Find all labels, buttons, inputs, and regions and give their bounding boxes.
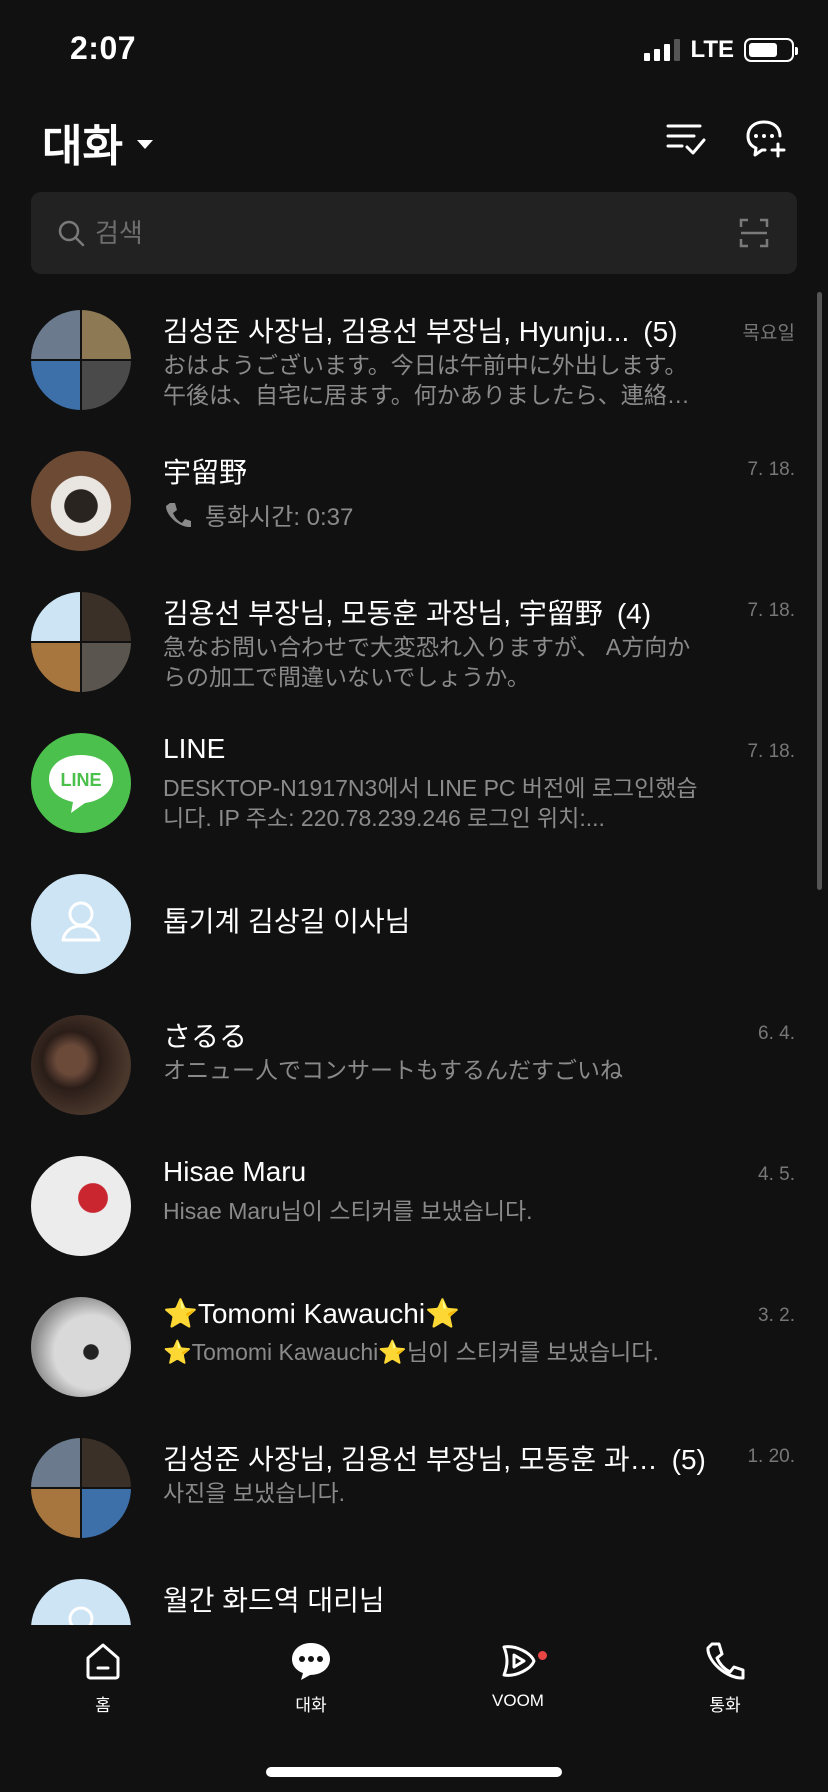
chat-date: 1. 20. bbox=[747, 1446, 795, 1467]
chat-preview: 사진을 보냈습니다. bbox=[163, 1480, 346, 1506]
nav-chat[interactable]: 대화 bbox=[251, 1639, 371, 1716]
group-avatar bbox=[31, 310, 131, 410]
status-bar: 2:07 LTE bbox=[0, 0, 828, 96]
title-dropdown[interactable]: 대화 bbox=[42, 110, 153, 174]
chat-preview: ⭐Tomomi Kawauchi⭐님이 스티커를 보냈습니다. bbox=[163, 1339, 659, 1365]
profile-avatar bbox=[31, 1156, 131, 1256]
member-count: (5) bbox=[643, 316, 678, 347]
notification-dot bbox=[538, 1651, 547, 1660]
chat-preview: オニュー人でコンサートもするんだすごいね bbox=[163, 1057, 623, 1083]
chat-name: さるる bbox=[163, 1021, 248, 1052]
phone-icon bbox=[166, 502, 191, 527]
chat-bubble-icon bbox=[292, 1643, 330, 1680]
group-avatar bbox=[31, 592, 131, 692]
chat-row[interactable]: 톱기계 김상길 이사님 bbox=[0, 854, 828, 995]
chat-date: 4. 5. bbox=[758, 1164, 795, 1185]
chat-list: 김성준 사장님, 김용선 부장님, Hyunju... (5) おはようございます… bbox=[0, 290, 828, 1625]
chat-name: 톱기계 김상길 이사님 bbox=[163, 906, 411, 937]
header: 대화 bbox=[0, 100, 828, 180]
chat-name: 김용선 부장님, 모동훈 과장님, 宇留野 (4) bbox=[163, 598, 652, 629]
scrollbar[interactable] bbox=[817, 292, 822, 890]
phone-icon bbox=[706, 1642, 745, 1680]
chat-preview: DESKTOP-N1917N3에서 LINE PC 버전에 로그인했습니다. I… bbox=[163, 775, 698, 831]
nav-voom[interactable]: VOOM bbox=[458, 1639, 578, 1711]
chat-row[interactable]: 김성준 사장님, 김용선 부장님, 모동훈 과… (5) 사진을 보냈습니다. 1… bbox=[0, 1418, 828, 1559]
edit-list-icon[interactable] bbox=[664, 116, 708, 160]
call-info: 통화시간: 0:37 bbox=[163, 497, 353, 532]
default-avatar bbox=[31, 1579, 131, 1625]
chat-row[interactable]: ⭐Tomomi Kawauchi⭐ ⭐Tomomi Kawauchi⭐님이 스티… bbox=[0, 1277, 828, 1418]
chat-row[interactable]: 월간 화드역 대리님 bbox=[0, 1559, 828, 1625]
profile-avatar bbox=[31, 1015, 131, 1115]
chat-name: 宇留野 bbox=[163, 457, 248, 488]
search-input[interactable] bbox=[95, 192, 695, 274]
chat-row[interactable]: 김용선 부장님, 모동훈 과장님, 宇留野 (4) 急なお問い合わせで大変恐れ入り… bbox=[0, 572, 828, 713]
scan-icon[interactable] bbox=[739, 218, 769, 248]
chat-date: 3. 2. bbox=[758, 1305, 795, 1326]
home-icon bbox=[86, 1643, 120, 1680]
chat-preview: 急なお問い合わせで大変恐れ入りますが、 A方向からの加工で間違いないでしょうか。 bbox=[163, 634, 691, 690]
chat-row[interactable]: 김성준 사장님, 김용선 부장님, Hyunju... (5) おはようございます… bbox=[0, 290, 828, 431]
profile-avatar bbox=[31, 1297, 131, 1397]
search-bar[interactable] bbox=[31, 192, 797, 274]
page-title: 대화 bbox=[42, 122, 123, 171]
person-icon bbox=[68, 1606, 94, 1625]
status-time: 2:07 bbox=[70, 30, 137, 66]
signal-icon bbox=[644, 39, 681, 61]
chat-preview: Hisae Maru님이 스티커를 보냈습니다. bbox=[163, 1198, 533, 1224]
new-chat-icon[interactable] bbox=[744, 116, 788, 160]
nav-voom-label: VOOM bbox=[492, 1691, 544, 1710]
chat-name: 김성준 사장님, 김용선 부장님, 모동훈 과… (5) bbox=[163, 1444, 706, 1475]
caret-down-icon bbox=[136, 139, 153, 149]
chat-date: 목요일 bbox=[742, 323, 795, 344]
chat-name: 월간 화드역 대리님 bbox=[163, 1585, 385, 1616]
group-avatar bbox=[31, 1438, 131, 1538]
voom-play-icon bbox=[502, 1645, 536, 1677]
nav-call[interactable]: 통화 bbox=[665, 1639, 785, 1716]
network-label: LTE bbox=[690, 36, 734, 63]
chat-date: 7. 18. bbox=[747, 459, 795, 480]
member-count: (4) bbox=[616, 598, 652, 629]
chat-row[interactable]: 宇留野 통화시간: 0:37 7. 18. bbox=[0, 431, 828, 572]
member-count: (5) bbox=[671, 1444, 706, 1475]
home-indicator[interactable] bbox=[266, 1767, 562, 1777]
chat-name: ⭐Tomomi Kawauchi⭐ bbox=[163, 1298, 460, 1329]
chat-row[interactable]: さるる オニュー人でコンサートもするんだすごいね 6. 4. bbox=[0, 995, 828, 1136]
person-icon bbox=[61, 901, 101, 942]
battery-icon bbox=[744, 38, 798, 62]
chat-date: 6. 4. bbox=[758, 1023, 795, 1044]
profile-avatar bbox=[31, 451, 131, 551]
chat-name: Hisae Maru bbox=[163, 1156, 307, 1187]
chat-date: 7. 18. bbox=[747, 600, 795, 621]
line-logo-text: LINE bbox=[60, 770, 101, 790]
search-icon bbox=[58, 220, 85, 247]
chat-name: LINE bbox=[163, 733, 226, 764]
chat-preview: おはようございます。今日は午前中に外出します。午後は、自宅に居ます。何かありまし… bbox=[163, 352, 690, 408]
nav-home-label: 홈 bbox=[95, 1696, 111, 1715]
chat-date: 7. 18. bbox=[747, 741, 795, 762]
default-avatar bbox=[31, 874, 131, 974]
nav-home[interactable]: 홈 bbox=[43, 1639, 163, 1716]
line-logo-icon: LINE bbox=[49, 755, 113, 813]
nav-chat-label: 대화 bbox=[295, 1696, 327, 1715]
line-logo-avatar: LINE bbox=[31, 733, 131, 833]
chat-row[interactable]: LINE LINE DESKTOP-N1917N3에서 LINE PC 버전에 … bbox=[0, 713, 828, 854]
chat-name: 김성준 사장님, 김용선 부장님, Hyunju... (5) bbox=[163, 316, 678, 347]
status-indicators: LTE bbox=[644, 36, 798, 64]
chat-row[interactable]: Hisae Maru Hisae Maru님이 스티커를 보냈습니다. 4. 5… bbox=[0, 1136, 828, 1277]
call-duration: 통화시간: 0:37 bbox=[205, 504, 354, 531]
nav-call-label: 통화 bbox=[709, 1696, 741, 1715]
